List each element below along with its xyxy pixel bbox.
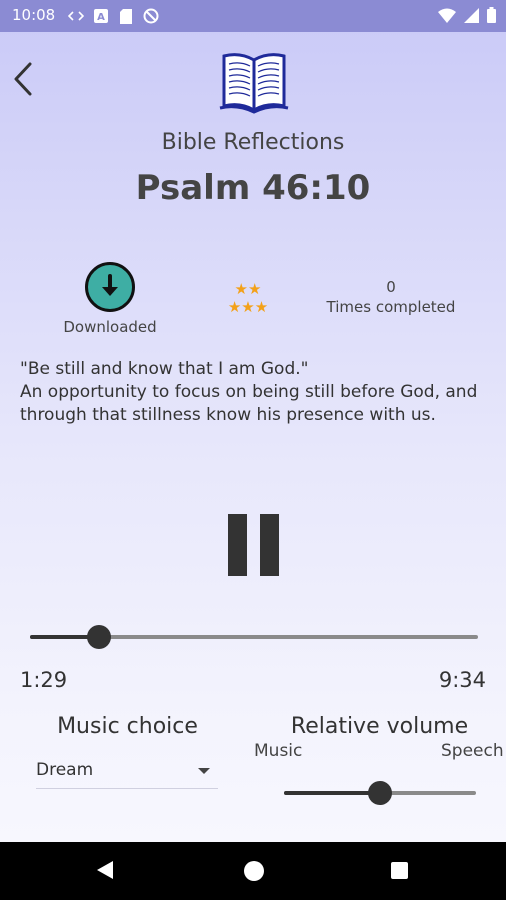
music-choice-label: Music choice xyxy=(57,714,198,739)
description-line: An opportunity to focus on being still b… xyxy=(20,382,478,402)
recents-square-icon[interactable] xyxy=(391,862,408,879)
volume-music-label: Music xyxy=(254,741,303,761)
chevron-left-icon xyxy=(14,62,32,96)
seek-thumb[interactable] xyxy=(87,625,112,649)
times-completed-count: 0 xyxy=(386,278,396,296)
battery-icon xyxy=(487,7,496,27)
wifi-icon xyxy=(438,8,456,27)
status-system-icons xyxy=(438,7,496,27)
pause-button[interactable] xyxy=(226,514,282,576)
star-row-top: ★★ xyxy=(234,280,262,298)
star-row-bottom: ★★★ xyxy=(227,298,269,316)
system-nav-bar xyxy=(0,842,506,900)
relative-volume-slider[interactable] xyxy=(284,778,476,808)
status-notification-icons: A xyxy=(68,8,159,24)
description-line: through that stillness know his presence… xyxy=(20,405,436,425)
download-button[interactable] xyxy=(85,262,135,312)
status-bar: 10:08 A xyxy=(0,0,506,32)
relative-volume-label: Relative volume xyxy=(290,714,469,739)
playback-seek-bar[interactable] xyxy=(30,622,478,652)
volume-thumb[interactable] xyxy=(368,781,392,805)
font-a-icon: A xyxy=(93,8,109,24)
bible-logo-icon xyxy=(218,52,290,114)
no-sign-icon xyxy=(143,8,159,24)
music-choice-dropdown[interactable]: Dream xyxy=(36,756,218,789)
verse-title: Psalm 46:10 xyxy=(135,168,371,208)
rating-stars: ★★ ★★★ xyxy=(218,280,278,316)
reflection-description: "Be still and know that I am God." An op… xyxy=(20,358,496,427)
home-circle-icon[interactable] xyxy=(244,861,264,881)
download-arrow-icon xyxy=(102,274,118,296)
app-title: Bible Reflections xyxy=(161,130,345,155)
svg-text:A: A xyxy=(97,12,105,23)
code-icon xyxy=(68,8,84,24)
total-time: 9:34 xyxy=(438,668,486,692)
volume-fill xyxy=(284,791,380,795)
dropdown-caret-icon xyxy=(198,768,210,774)
back-button[interactable] xyxy=(10,60,38,98)
elapsed-time: 1:29 xyxy=(20,668,68,692)
music-choice-value: Dream xyxy=(36,760,94,780)
status-time: 10:08 xyxy=(12,6,56,24)
download-status-label: Downloaded xyxy=(63,318,157,336)
sd-card-icon xyxy=(118,8,134,24)
times-completed-label: Times completed xyxy=(326,298,456,316)
description-line: "Be still and know that I am God." xyxy=(20,359,309,379)
back-triangle-icon[interactable] xyxy=(96,860,114,884)
volume-speech-label: Speech xyxy=(441,741,504,761)
signal-icon xyxy=(464,7,479,27)
